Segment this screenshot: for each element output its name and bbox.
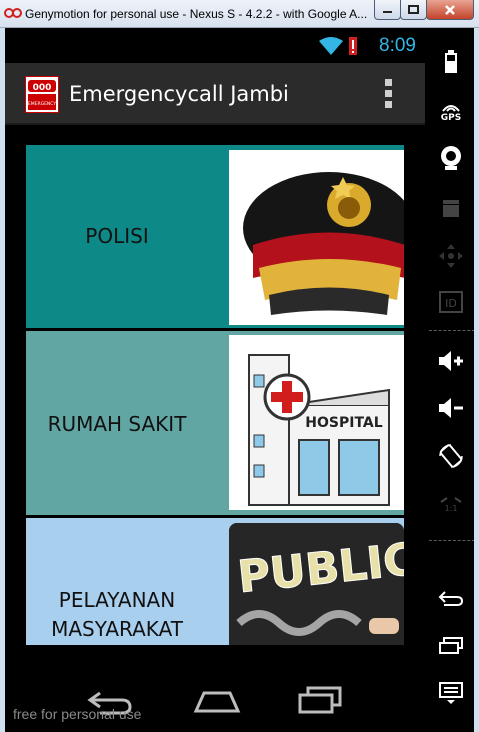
- camera-icon[interactable]: [435, 142, 467, 174]
- maximize-icon: [407, 4, 419, 14]
- close-button[interactable]: [426, 0, 474, 20]
- genymotion-side-panel: GPS ID 1:1: [425, 28, 479, 732]
- close-icon: [445, 4, 455, 15]
- recent-apps-icon[interactable]: [296, 685, 344, 715]
- scale-icon[interactable]: 1:1: [435, 488, 467, 520]
- battery-icon[interactable]: [435, 46, 467, 78]
- card-label-polisi: POLISI: [85, 224, 149, 248]
- public-service-chalkboard-image: PUBLIC: [229, 523, 404, 645]
- scale-label: 1:1: [444, 503, 458, 513]
- hospital-sign-text: HOSPITAL: [305, 415, 382, 431]
- rotate-icon[interactable]: [435, 440, 467, 472]
- menu-icon[interactable]: [435, 678, 467, 710]
- window-right-border: [474, 28, 479, 732]
- window-title: Genymotion for personal use - Nexus S - …: [25, 7, 368, 21]
- side-separator: [429, 540, 475, 543]
- status-bar: 8:09: [5, 28, 425, 63]
- app-logo-icon[interactable]: 000 EMERGENCY: [25, 76, 59, 113]
- home-icon[interactable]: [192, 687, 242, 715]
- volume-down-icon[interactable]: [435, 392, 467, 424]
- card-label-rumah-sakit: RUMAH SAKIT: [47, 412, 187, 436]
- side-separator: [429, 330, 475, 333]
- wifi-icon: [319, 37, 343, 55]
- id-label: ID: [445, 297, 457, 310]
- overflow-menu-icon[interactable]: [382, 79, 394, 111]
- media-icon[interactable]: [435, 192, 467, 224]
- app-icon-subtext: EMERGENCY: [28, 101, 56, 107]
- police-cap-image: [229, 150, 404, 325]
- menu-list: POLISI RUMAH SAKIT HOSPITAL PELAYANAN MA…: [5, 125, 425, 675]
- window-title-bar: Genymotion for personal use - Nexus S - …: [0, 0, 479, 28]
- card-rumah-sakit[interactable]: RUMAH SAKIT HOSPITAL: [26, 331, 404, 515]
- maximize-button[interactable]: [400, 0, 427, 20]
- android-screen: 8:09 000 EMERGENCY Emergencycall Jambi P…: [5, 28, 425, 732]
- hospital-image: HOSPITAL: [229, 335, 404, 510]
- panel-scroll-down-icon[interactable]: [446, 698, 456, 706]
- card-pelayanan-masyarakat[interactable]: PELAYANAN MASYARAKAT PUBLIC: [26, 518, 404, 645]
- side-recent-apps-icon[interactable]: [435, 630, 467, 662]
- volume-up-icon[interactable]: [435, 345, 467, 377]
- status-time: 8:09: [379, 35, 416, 56]
- personal-use-watermark: free for personal use: [13, 706, 142, 722]
- gps-icon[interactable]: GPS: [435, 96, 467, 128]
- navigation-bar: free for personal use: [5, 675, 425, 732]
- app-title: Emergencycall Jambi: [69, 82, 289, 106]
- minimize-icon: [382, 10, 392, 13]
- signal-alert-icon: [349, 37, 357, 55]
- id-icon[interactable]: ID: [435, 286, 467, 318]
- gps-label: GPS: [440, 113, 462, 123]
- dpad-icon[interactable]: [435, 240, 467, 272]
- minimize-button[interactable]: [374, 0, 401, 20]
- action-bar: 000 EMERGENCY Emergencycall Jambi: [5, 63, 425, 125]
- card-polisi[interactable]: POLISI: [26, 145, 404, 328]
- card-label-pelayanan-masyarakat: PELAYANAN MASYARAKAT: [51, 588, 183, 641]
- genymotion-logo-icon: [4, 8, 22, 18]
- app-icon-text: 000: [33, 83, 52, 93]
- side-back-icon[interactable]: [435, 582, 467, 614]
